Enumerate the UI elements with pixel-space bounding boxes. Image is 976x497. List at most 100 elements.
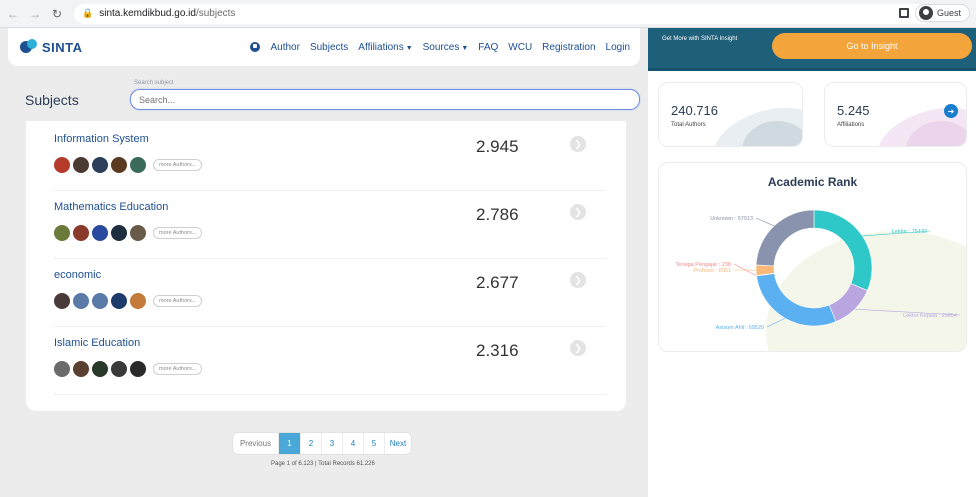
go-to-insight-button[interactable]: Go to Insight [772, 33, 972, 59]
author-avatar[interactable] [111, 225, 127, 241]
page-button-2[interactable]: 2 [301, 433, 322, 454]
more-authors-button[interactable]: more Authors... [153, 227, 203, 239]
affiliations-label: Affiliations [837, 122, 865, 128]
chevron-right-icon[interactable]: ❯ [570, 340, 586, 356]
nav-login[interactable]: Login [606, 42, 630, 53]
label-leader-line [755, 217, 775, 227]
nav-faq[interactable]: FAQ [478, 42, 498, 53]
slice-label: Lektor : 75132 [892, 229, 927, 235]
slice-label: Unknown : 57913 [710, 216, 753, 222]
total-authors-value: 240.716 [671, 103, 718, 118]
subject-count: 2.945 [476, 137, 519, 156]
subject-name[interactable]: Mathematics Education [54, 201, 168, 213]
author-avatar[interactable] [111, 361, 127, 377]
nav-sources[interactable]: Sources ▼ [423, 42, 469, 53]
next-page-button[interactable]: Next [385, 433, 411, 454]
url-path: /subjects [195, 8, 236, 19]
donut-slice[interactable] [813, 209, 873, 291]
affiliations-card: 5.245 Affiliations ➜ [824, 82, 967, 147]
author-avatar[interactable] [54, 157, 70, 173]
author-avatar[interactable] [73, 293, 89, 309]
browser-toolbar: ← → ↻ 🔒 sinta.kemdikbud.go.id/subjects G… [0, 0, 976, 28]
profile-button[interactable]: Guest [914, 4, 970, 22]
author-avatar[interactable] [92, 157, 108, 173]
more-authors-button[interactable]: more Authors... [153, 159, 203, 171]
donut-slice[interactable] [828, 283, 868, 323]
nav-author[interactable]: Author [270, 42, 299, 53]
donut-slice[interactable] [755, 209, 815, 267]
caret-down-icon: ▼ [405, 44, 413, 52]
total-authors-label: Total Authors [671, 122, 706, 128]
reload-icon[interactable]: ↻ [48, 5, 66, 23]
author-avatar[interactable] [130, 157, 146, 173]
author-avatar[interactable] [111, 293, 127, 309]
page-button-5[interactable]: 5 [364, 433, 385, 454]
author-avatar[interactable] [73, 225, 89, 241]
insight-text: Get More with SINTA Insight [662, 36, 738, 42]
subject-row: Information System 2.945 ❯ more Authors.… [54, 123, 606, 191]
subject-count: 2.677 [476, 273, 519, 292]
author-avatar[interactable] [111, 157, 127, 173]
insight-divider [648, 68, 976, 71]
search-input[interactable] [130, 89, 640, 110]
nav-subjects[interactable]: Subjects [310, 42, 348, 53]
author-avatar[interactable] [54, 293, 70, 309]
author-avatar[interactable] [92, 293, 108, 309]
back-arrow-icon[interactable]: ← [4, 5, 22, 23]
url-host: sinta.kemdikbud.go.id [99, 8, 196, 19]
page-button-1[interactable]: 1 [279, 433, 301, 454]
affiliations-value: 5.245 [837, 103, 870, 118]
sinta-logo-icon [20, 39, 38, 55]
more-authors-button[interactable]: more Authors... [153, 295, 203, 307]
page-button-3[interactable]: 3 [322, 433, 343, 454]
chevron-right-icon[interactable]: ❯ [570, 204, 586, 220]
author-avatars: more Authors... [54, 293, 203, 309]
nav-affiliations[interactable]: Affiliations ▼ [358, 42, 412, 53]
author-avatar[interactable] [130, 361, 146, 377]
author-avatar[interactable] [54, 361, 70, 377]
subject-count: 2.786 [476, 205, 519, 224]
author-avatar[interactable] [92, 225, 108, 241]
profile-avatar-icon [918, 6, 933, 20]
top-navigation: SINTA Author Subjects Affiliations ▼ Sour… [8, 28, 640, 66]
slice-label: Lektor Kepala : 29854 [903, 313, 957, 319]
author-avatar[interactable] [130, 293, 146, 309]
chevron-right-icon[interactable]: ❯ [570, 272, 586, 288]
nav-wcu[interactable]: WCU [508, 42, 532, 53]
forward-arrow-icon[interactable]: → [26, 5, 44, 23]
author-avatar[interactable] [54, 225, 70, 241]
subject-count: 2.316 [476, 341, 519, 360]
author-avatar[interactable] [130, 225, 146, 241]
author-avatars: more Authors... [54, 157, 203, 173]
donut-slice[interactable] [756, 273, 837, 327]
tab-search-icon[interactable] [898, 8, 909, 18]
chevron-right-icon[interactable]: ❯ [570, 136, 586, 152]
subject-row: Mathematics Education 2.786 ❯ more Autho… [54, 191, 606, 259]
arrow-right-icon[interactable]: ➜ [944, 104, 958, 118]
home-icon[interactable] [250, 42, 261, 52]
label-leader-line [766, 317, 786, 328]
subject-name[interactable]: Islamic Education [54, 337, 140, 349]
author-avatar[interactable] [92, 361, 108, 377]
caret-down-icon: ▼ [461, 44, 469, 52]
previous-page-button[interactable]: Previous [233, 433, 279, 454]
subjects-list: Information System 2.945 ❯ more Authors.… [26, 121, 626, 411]
profile-label: Guest [936, 8, 961, 18]
page-button-4[interactable]: 4 [343, 433, 364, 454]
address-bar[interactable]: 🔒 sinta.kemdikbud.go.id/subjects [74, 3, 932, 24]
subject-name[interactable]: Information System [54, 133, 149, 145]
total-authors-card: 240.716 Total Authors [658, 82, 803, 147]
search-label: Search subject [134, 80, 174, 86]
nav-registration[interactable]: Registration [542, 42, 595, 53]
author-avatar[interactable] [73, 157, 89, 173]
author-avatar[interactable] [73, 361, 89, 377]
lock-icon: 🔒 [82, 8, 94, 18]
academic-rank-chart: Lektor : 75132 Lektor Kepala : 29854 Asist… [676, 209, 961, 331]
slice-label: Profesor : 6951 [693, 268, 731, 274]
subject-name[interactable]: economic [54, 269, 101, 281]
subject-row: Islamic Education 2.316 ❯ more Authors..… [54, 327, 606, 395]
more-authors-button[interactable]: more Authors... [153, 363, 203, 375]
sinta-logo[interactable]: SINTA [20, 39, 83, 55]
page-title: Subjects [25, 92, 79, 108]
pagination: Previous 1 2 3 4 5 Next [232, 432, 412, 455]
